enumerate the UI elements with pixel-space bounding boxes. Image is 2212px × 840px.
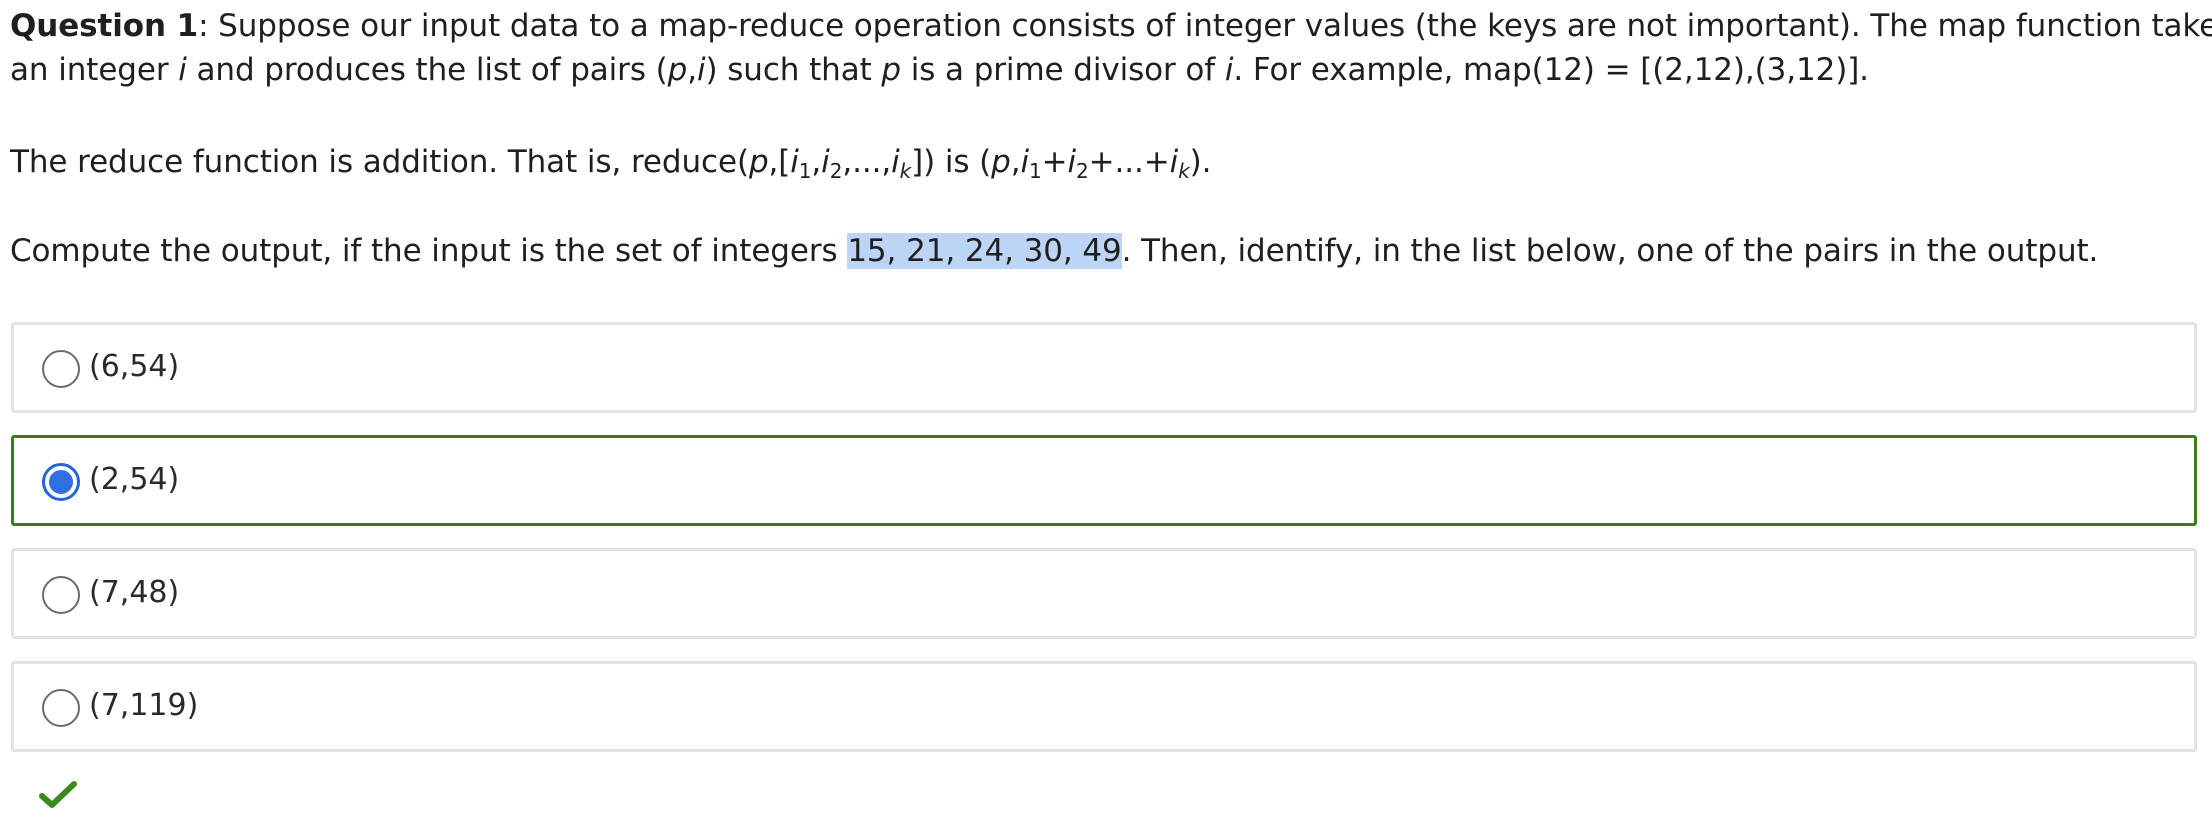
option-label: (7,48) bbox=[89, 575, 180, 610]
option-6-54[interactable]: (6,54) bbox=[11, 322, 2197, 413]
radio-button[interactable] bbox=[42, 576, 80, 614]
question-label: Question 1 bbox=[10, 8, 199, 44]
quiz-page: Question 1: Suppose our input data to a … bbox=[0, 0, 2212, 840]
checkmark-icon bbox=[39, 781, 77, 808]
highlighted-input-set: 15, 21, 24, 30, 49 bbox=[847, 233, 1122, 269]
radio-button-selected[interactable] bbox=[42, 463, 80, 501]
option-7-119[interactable]: (7,119) bbox=[11, 661, 2197, 752]
radio-button[interactable] bbox=[42, 350, 80, 388]
option-2-54[interactable]: (2,54) bbox=[11, 435, 2197, 526]
option-label: (2,54) bbox=[89, 462, 180, 497]
compute-instruction: Compute the output, if the input is the … bbox=[10, 233, 2099, 269]
option-7-48[interactable]: (7,48) bbox=[11, 548, 2197, 639]
question-line-1: Question 1: Suppose our input data to a … bbox=[10, 8, 2212, 44]
option-label: (7,119) bbox=[89, 688, 199, 723]
radio-button[interactable] bbox=[42, 689, 80, 727]
question-line-2: an integer i and produces the list of pa… bbox=[10, 52, 1869, 88]
answer-options: (6,54) (2,54) (7,48) (7,119) bbox=[11, 322, 2197, 774]
reduce-description: The reduce function is addition. That is… bbox=[10, 144, 1212, 183]
option-label: (6,54) bbox=[89, 349, 180, 384]
